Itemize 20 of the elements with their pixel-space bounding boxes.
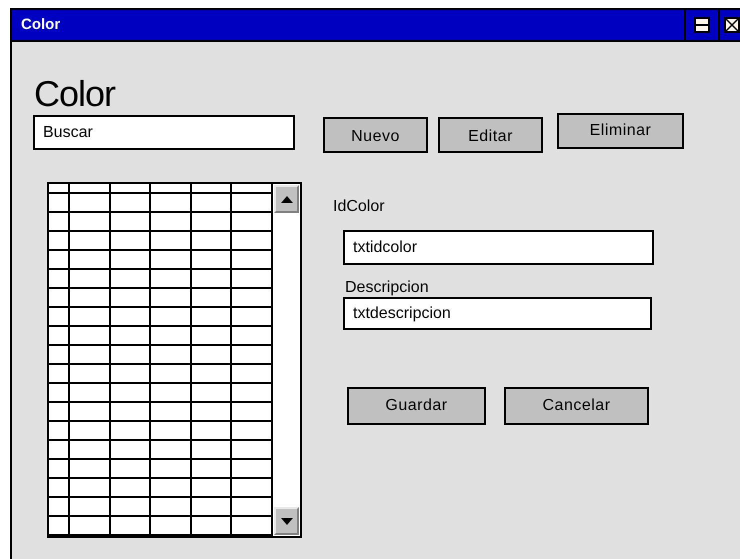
scroll-up-button[interactable] xyxy=(274,185,299,213)
scrollbar[interactable] xyxy=(273,184,300,536)
data-grid[interactable] xyxy=(47,182,302,538)
maximize-icon xyxy=(694,17,710,33)
edit-button[interactable]: Editar xyxy=(438,117,543,153)
save-button[interactable]: Guardar xyxy=(347,387,486,425)
cancel-button[interactable]: Cancelar xyxy=(504,387,649,425)
field-label: IdColor xyxy=(333,197,385,217)
scroll-down-button[interactable] xyxy=(274,507,299,535)
close-button[interactable] xyxy=(718,10,740,40)
id-field[interactable]: txtidcolor xyxy=(343,230,654,265)
search-field[interactable]: Buscar xyxy=(33,115,295,150)
new-button[interactable]: Nuevo xyxy=(323,117,428,153)
delete-button[interactable]: Eliminar xyxy=(557,113,684,149)
window-title: Color xyxy=(21,14,60,35)
down-arrow-icon xyxy=(280,518,292,524)
description-field[interactable]: txtdescripcion xyxy=(343,297,652,330)
page-heading: Color xyxy=(34,76,116,112)
up-arrow-icon xyxy=(280,196,292,202)
field-label: Descripcion xyxy=(345,279,429,297)
